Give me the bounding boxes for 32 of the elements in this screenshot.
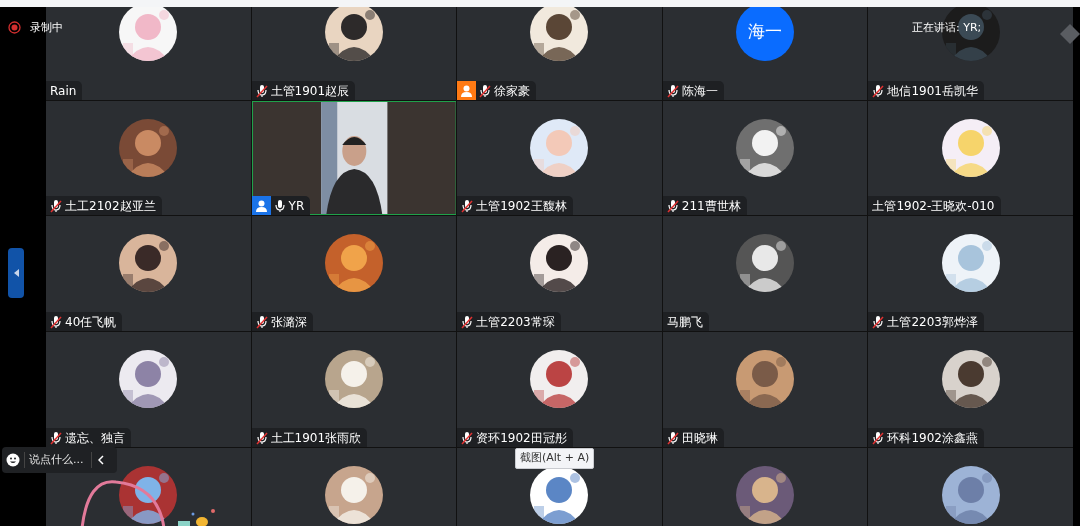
participant-name: 田晓琳 bbox=[681, 429, 718, 447]
participant-name: 徐家豪 bbox=[494, 82, 531, 100]
speaking-indicator: 正在讲话: YR; bbox=[912, 20, 982, 36]
chevron-left-icon bbox=[98, 455, 104, 465]
tooltip: 截图(Alt + A) bbox=[515, 448, 595, 469]
chat-field[interactable]: 说点什么... bbox=[2, 447, 117, 473]
participant-name: 211曹世林 bbox=[681, 197, 741, 215]
avatar: 海一 bbox=[736, 7, 795, 61]
smiley-icon bbox=[6, 453, 20, 467]
participant-name: 土工2102赵亚兰 bbox=[65, 197, 156, 215]
participant-name: 土管2203常琛 bbox=[476, 313, 555, 331]
participant-name: 地信1901岳凯华 bbox=[887, 82, 978, 100]
participant-name: 土管1901赵辰 bbox=[270, 82, 350, 100]
recording-label: 录制中 bbox=[30, 20, 63, 36]
participant-name: 马鹏飞 bbox=[666, 313, 703, 331]
participant-name: 土工1901张雨欣 bbox=[270, 429, 362, 447]
participant-name: YR bbox=[288, 197, 305, 215]
collapse-button[interactable] bbox=[96, 455, 106, 465]
participant-name: 张潞深 bbox=[270, 313, 307, 331]
participant-name: 遗忘、独言 bbox=[65, 429, 125, 447]
participant-name: 环科1902涂鑫燕 bbox=[887, 429, 978, 447]
triangle-left-icon bbox=[13, 269, 19, 277]
participant-name: 陈海一 bbox=[681, 82, 718, 100]
participant-name: 土管2203郭烨泽 bbox=[887, 313, 978, 331]
participant-name: 资环1902田冠彤 bbox=[476, 429, 567, 447]
participant-name: 土管1902-王晓欢-010 bbox=[872, 197, 995, 215]
panel-toggle-button[interactable] bbox=[8, 248, 24, 298]
chat-input[interactable]: 说点什么... bbox=[29, 451, 87, 469]
participant-name: 土管1902王馥林 bbox=[476, 197, 567, 215]
participant-name: Rain bbox=[50, 82, 77, 100]
record-icon bbox=[8, 21, 21, 34]
participant-name: 40任飞帆 bbox=[65, 313, 117, 331]
